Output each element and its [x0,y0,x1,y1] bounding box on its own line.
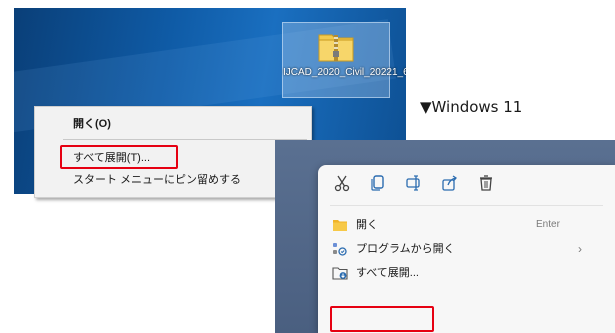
share-icon[interactable] [440,173,460,193]
delete-icon[interactable] [476,173,496,193]
menu-separator [330,205,603,206]
cut-icon[interactable] [332,173,352,193]
windows-11-caption: ▼Windows 11 [420,98,523,116]
highlight-box-extract-all-win10 [60,145,178,169]
menu-item-open-with[interactable]: プログラムから開く › [318,237,615,261]
chevron-right-icon: › [578,242,582,256]
menu-item-extract-all[interactable]: すべて展開... [318,261,615,285]
zip-file-name: IJCAD_2020_Civil_20221_64bit.zip [283,67,406,78]
open-with-icon [333,243,347,256]
folder-icon [333,220,347,231]
copy-icon[interactable] [368,173,388,193]
extract-all-icon [332,267,348,280]
win11-menu-toolbar [318,165,615,201]
menu-item-label: 開く [356,219,378,231]
menu-item-open[interactable]: 開く(O) [73,115,111,133]
zip-file-icon-tile[interactable]: IJCAD_2020_Civil_20221_64bit.zip [282,22,406,98]
menu-item-open[interactable]: 開く Enter [318,213,615,237]
zip-folder-icon [318,34,354,62]
rename-icon[interactable] [404,173,424,193]
menu-separator [63,139,307,140]
menu-item-accelerator: Enter [536,219,560,230]
menu-item-label: プログラムから開く [356,243,455,255]
highlight-box-extract-all-win11 [330,306,434,332]
menu-item-pin-to-start[interactable]: スタート メニューにピン留めする [73,171,241,189]
menu-item-label: すべて展開... [356,267,419,279]
